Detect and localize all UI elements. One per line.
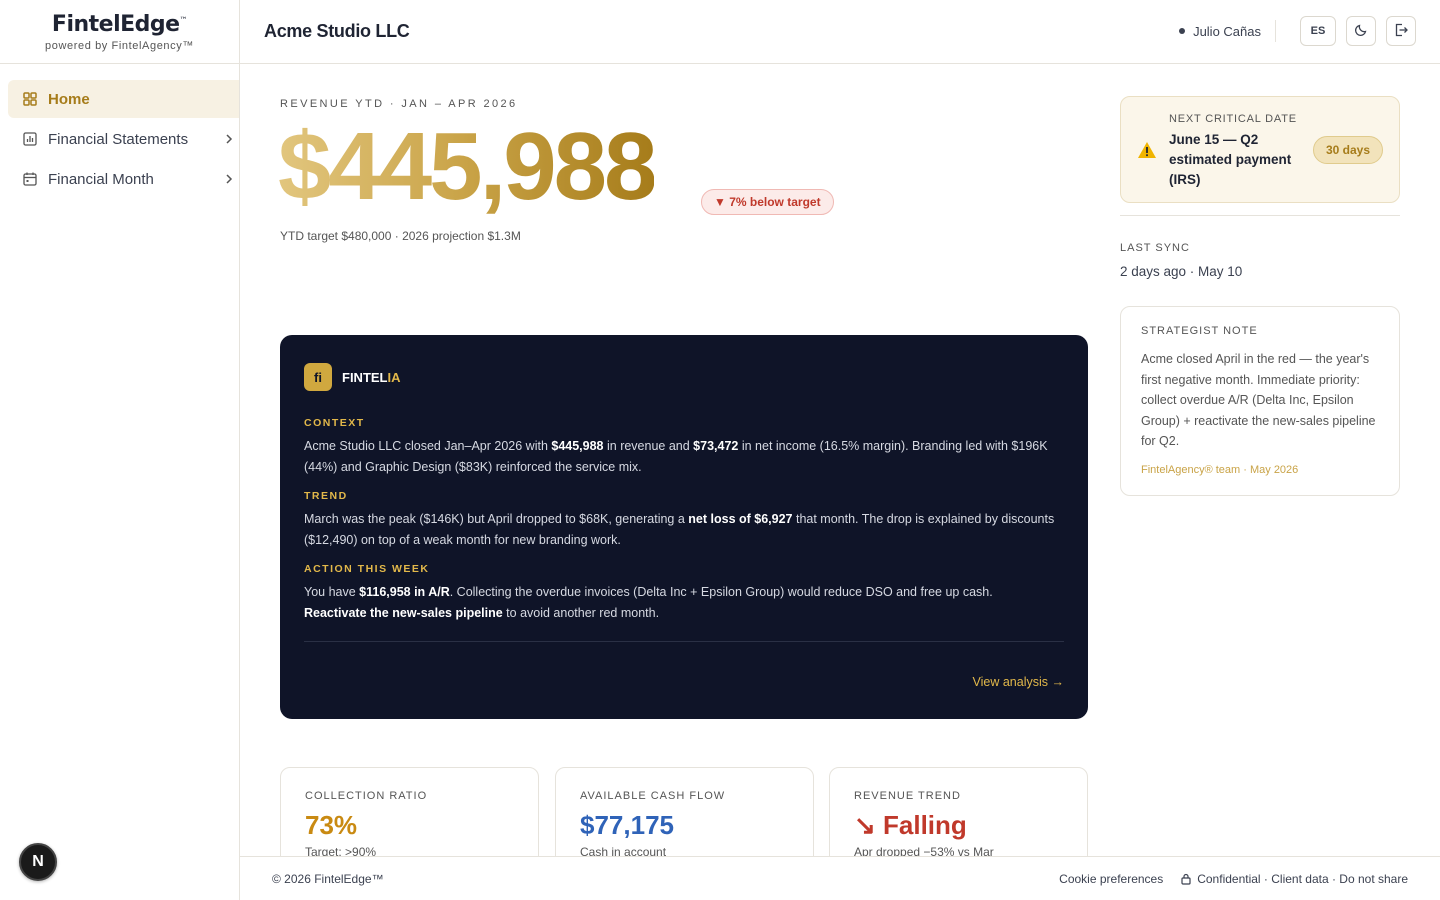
metric-subtext: Target: >90% — [305, 845, 377, 856]
ai-logo-icon: fi — [304, 363, 332, 391]
action-title: ACTION THIS WEEK — [304, 563, 430, 575]
dev-tools-badge[interactable]: N — [19, 843, 57, 881]
divider — [1120, 215, 1400, 216]
ai-card-header: fi FINTELIA — [304, 363, 1064, 391]
last-sync-value: 2 days ago · May 10 — [1120, 264, 1243, 279]
metric-card-cash-flow: AVAILABLE CASH FLOW $77,175 Cash in acco… — [555, 767, 814, 856]
trend-text: March was the peak ($146K) but April dro… — [304, 512, 1055, 547]
metric-label: AVAILABLE CASH FLOW — [580, 790, 726, 802]
note-signature: FintelAgency® team · May 2026 — [1141, 463, 1299, 476]
bar-chart-icon — [22, 131, 38, 147]
revenue-label: REVENUE YTD · JAN – APR 2026 — [280, 98, 518, 110]
target-status-badge: ▼ 7% below target — [701, 189, 834, 215]
warning-icon — [1137, 141, 1157, 164]
calendar-icon — [22, 171, 38, 187]
brand[interactable]: FintelEdge™ powered by FintelAgency™ — [0, 0, 239, 64]
confidential-notice: Confidential · Client data · Do not shar… — [1197, 871, 1408, 886]
chevron-right-icon — [225, 171, 233, 187]
trend-title: TREND — [304, 490, 348, 502]
company-name: Acme Studio LLC — [264, 21, 410, 41]
top-header: Acme Studio LLC Julio Cañas ES — [240, 0, 1440, 64]
action-text: You have $116,958 in A/R. Collecting the… — [304, 585, 993, 620]
sidebar-item-label: Home — [48, 90, 90, 108]
context-title: CONTEXT — [304, 417, 365, 429]
revenue-subtext: YTD target $480,000 · 2026 projection $1… — [280, 229, 521, 243]
ai-card-title: FINTELIA — [342, 369, 401, 385]
logout-button[interactable] — [1386, 16, 1416, 46]
chevron-right-icon — [225, 131, 233, 147]
footer: © 2026 FintelEdge™ Cookie preferences Co… — [240, 856, 1440, 900]
footer-links: Cookie preferences Confidential · Client… — [1059, 872, 1408, 886]
logout-icon — [1394, 23, 1408, 40]
sidebar-item-financial-month[interactable]: Financial Month — [8, 160, 239, 198]
brand-logo: FintelEdge™ — [51, 11, 188, 37]
strategist-note-card: STRATEGIST NOTE Acme closed April in the… — [1120, 306, 1400, 496]
brand-tagline: powered by FintelAgency™ — [45, 39, 194, 52]
lock-icon — [1181, 873, 1191, 885]
sidebar-item-financial-statements[interactable]: Financial Statements — [8, 120, 239, 158]
metric-card-collection-ratio: COLLECTION RATIO 73% Target: >90% — [280, 767, 539, 856]
status-dot-icon — [1179, 28, 1186, 34]
metric-value: 73% — [305, 810, 358, 840]
main-content: REVENUE YTD · JAN – APR 2026 $445,988 ▼ … — [240, 64, 1440, 856]
moon-icon — [1354, 23, 1368, 40]
metric-card-revenue-trend: REVENUE TREND ↘ Falling Apr dropped −53%… — [829, 767, 1088, 856]
user-name: Julio Cañas — [1193, 23, 1261, 39]
grid-icon — [22, 91, 38, 107]
sidebar-nav: Home Financial Statements Financial Mont… — [0, 64, 239, 198]
cookie-preferences-link[interactable]: Cookie preferences — [1059, 872, 1163, 886]
sidebar-item-label: Financial Month — [48, 170, 154, 188]
metric-subtext: Cash in account — [580, 845, 667, 856]
ai-insights-card: fi FINTELIA CONTEXT Acme Studio LLC clos… — [280, 335, 1088, 719]
theme-toggle-button[interactable] — [1346, 16, 1376, 46]
note-text: Acme closed April in the red — the year'… — [1141, 352, 1376, 448]
metric-value: ↘ Falling — [854, 810, 967, 840]
critical-date-text: June 15 — Q2 estimated payment (IRS) — [1169, 132, 1292, 187]
sidebar: FintelEdge™ powered by FintelAgency™ Hom… — [0, 0, 240, 900]
copyright: © 2026 FintelEdge™ — [272, 871, 384, 886]
sidebar-item-home[interactable]: Home — [8, 80, 239, 118]
last-sync-label: LAST SYNC — [1120, 242, 1190, 254]
divider — [304, 641, 1064, 642]
context-text: Acme Studio LLC closed Jan–Apr 2026 with… — [304, 439, 1048, 474]
metric-value: $77,175 — [580, 810, 674, 840]
language-button[interactable]: ES — [1300, 16, 1336, 46]
metric-label: REVENUE TREND — [854, 790, 961, 802]
revenue-value: $445,988 — [278, 113, 657, 220]
note-label: STRATEGIST NOTE — [1141, 325, 1258, 337]
view-analysis-link[interactable]: View analysis → — [973, 675, 1064, 689]
metric-subtext: Apr dropped −53% vs Mar — [854, 845, 994, 856]
critical-date-card: NEXT CRITICAL DATE June 15 — Q2 estimate… — [1120, 96, 1400, 203]
days-remaining-badge: 30 days — [1312, 136, 1383, 164]
sidebar-item-label: Financial Statements — [48, 130, 189, 148]
user-menu[interactable]: Julio Cañas — [1179, 24, 1261, 39]
critical-date-label: NEXT CRITICAL DATE — [1169, 113, 1297, 125]
metric-label: COLLECTION RATIO — [305, 790, 428, 802]
header-actions: Julio Cañas ES — [1179, 16, 1416, 46]
divider — [1275, 20, 1276, 42]
